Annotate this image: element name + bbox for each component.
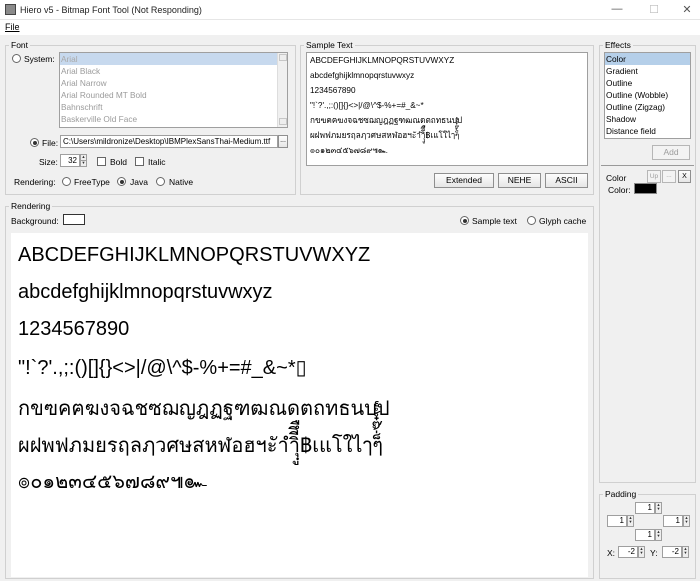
padding-left-field[interactable]: 1 <box>607 515 627 527</box>
sample-line: "!`?'.,;:()[]{}<>|/@\^$-%+=#_&~* <box>310 101 424 110</box>
close-button[interactable]: ✕ <box>676 3 698 16</box>
effects-divider <box>601 165 694 166</box>
effect-up-button[interactable]: Up <box>647 170 661 183</box>
preview-line: 1234567890 <box>18 318 130 340</box>
app-icon <box>5 4 16 15</box>
effects-list[interactable]: Color Gradient Outline Outline (Wobble) … <box>604 52 691 139</box>
system-font-list[interactable]: Arial Arial Black Arial Narrow Arial Rou… <box>59 52 288 128</box>
browse-file-button[interactable]: ... <box>278 135 288 148</box>
padding-top-field[interactable]: 1 <box>635 502 655 514</box>
rendering-mode-label: Rendering: <box>14 177 56 187</box>
sample-line: กขฃคฅฆงจฉชซฌญฎฏฐฑฒณดตถทธนบป <box>310 116 463 125</box>
italic-label: Italic <box>148 157 166 167</box>
effect-color-label: Color: <box>608 185 631 195</box>
native-radio[interactable] <box>156 177 165 186</box>
sample-text-group-title: Sample Text <box>304 40 355 50</box>
effect-item[interactable]: Outline (Wobble) <box>605 89 690 101</box>
preview-line: กขฃคฅฆงจฉชซฌญฎฏฐฑฒณดตถทธนบป <box>18 398 390 420</box>
sample-text-area[interactable]: ABCDEFGHIJKLMNOPQRSTUVWXYZ abcdefghijklm… <box>306 52 588 166</box>
padding-x-spinner-icon[interactable]: ▲ ▼ <box>638 546 645 558</box>
preview-line: ผฝพฟภมยรฤลฦวศษสหฬอฮฯะัาำิีึืฺุู฿เแโใไๅๆ็… <box>18 435 383 457</box>
extended-button[interactable]: Extended <box>434 173 494 188</box>
sample-text-view-label: Sample text <box>472 216 517 226</box>
title-bar: Hiero v5 - Bitmap Font Tool (Not Respond… <box>0 0 700 20</box>
effect-item[interactable]: Gradient <box>605 65 690 77</box>
padding-right-spinner-icon[interactable]: ▲ ▼ <box>683 515 690 527</box>
effect-options-button[interactable]: ... <box>662 170 676 183</box>
font-preview-canvas: ABCDEFGHIJKLMNOPQRSTUVWXYZ abcdefghijklm… <box>11 233 588 577</box>
system-font-item[interactable]: Arial Black <box>60 65 287 77</box>
sample-text-view-radio[interactable] <box>460 216 469 225</box>
sample-line: abcdefghijklmnopqrstuvwxyz <box>310 71 415 80</box>
add-effect-button[interactable]: Add <box>652 145 690 160</box>
padding-bottom-spinner-icon[interactable]: ▲ ▼ <box>655 529 662 541</box>
ascii-button[interactable]: ASCII <box>545 173 588 188</box>
effect-item[interactable]: Shadow <box>605 113 690 125</box>
sample-line: 1234567890 <box>310 86 356 95</box>
bold-label: Bold <box>110 157 128 167</box>
freetype-label: FreeType <box>74 177 110 187</box>
effect-item[interactable]: Distance field <box>605 125 690 137</box>
preview-line: ๏๐๑๒๓๔๕๖๗๘๙๚๛ <box>18 471 207 493</box>
menu-bar: File <box>0 20 700 35</box>
native-label: Native <box>169 177 194 187</box>
padding-bottom-field[interactable]: 1 <box>635 529 655 541</box>
padding-right-field[interactable]: 1 <box>663 515 683 527</box>
file-radio[interactable] <box>30 138 39 147</box>
system-font-scrollbar[interactable] <box>277 53 287 127</box>
padding-y-spinner-icon[interactable]: ▲ ▼ <box>682 546 689 558</box>
padding-y-label: Y: <box>650 548 658 558</box>
system-font-item[interactable]: Baskerville Old Face <box>60 113 287 125</box>
glyph-cache-view-radio[interactable] <box>527 216 536 225</box>
padding-left-spinner-icon[interactable]: ▲ ▼ <box>627 515 634 527</box>
preview-line: abcdefghijklmnopqrstuvwxyz <box>18 281 273 303</box>
scroll-up-arrow-icon[interactable] <box>279 54 287 61</box>
font-group-title: Font <box>9 40 31 50</box>
padding-x-field[interactable]: -2 <box>618 546 638 558</box>
background-color-swatch[interactable] <box>63 214 85 225</box>
effects-group-title: Effects <box>603 40 633 50</box>
size-label: Size: <box>39 157 58 167</box>
system-font-item[interactable]: Arial <box>60 53 287 65</box>
minimize-button[interactable]: — <box>606 3 628 15</box>
system-font-item[interactable]: Arial Rounded MT Bold <box>60 89 287 101</box>
sample-line: ผฝพฟภมยรฤลฦวศษสหฬอฮฯะัาำิีึืฺุู฿เแโใไๅๆ็… <box>310 131 460 140</box>
system-radio[interactable] <box>12 54 21 63</box>
menu-file[interactable]: File <box>5 22 20 32</box>
size-down-icon[interactable]: ▼ <box>80 160 87 167</box>
italic-checkbox[interactable] <box>135 157 144 166</box>
nehe-button[interactable]: NEHE <box>498 173 541 188</box>
maximize-button[interactable]: ☐ <box>643 3 665 16</box>
padding-x-label: X: <box>607 548 616 558</box>
bold-checkbox[interactable] <box>97 157 106 166</box>
padding-group-title: Padding <box>603 489 639 499</box>
applied-effect-name: Color <box>606 173 627 183</box>
java-radio[interactable] <box>117 177 126 186</box>
freetype-radio[interactable] <box>62 177 71 186</box>
preview-line: ABCDEFGHIJKLMNOPQRSTUVWXYZ <box>18 244 371 266</box>
size-field[interactable]: 32 <box>60 154 80 167</box>
rendering-group-title: Rendering <box>9 201 53 211</box>
sample-line: ๏๐๑๒๓๔๕๖๗๘๙๚๛ <box>310 146 388 155</box>
window-title: Hiero v5 - Bitmap Font Tool (Not Respond… <box>20 5 202 15</box>
effect-item[interactable]: Outline (Zigzag) <box>605 101 690 113</box>
file-label: File: <box>42 138 59 148</box>
java-label: Java <box>130 177 148 187</box>
system-label: System: <box>24 54 55 64</box>
glyph-cache-view-label: Glyph cache <box>539 216 587 226</box>
sample-line: ABCDEFGHIJKLMNOPQRSTUVWXYZ <box>310 56 455 65</box>
padding-y-field[interactable]: -2 <box>662 546 682 558</box>
system-font-item[interactable]: Arial Narrow <box>60 77 287 89</box>
effect-color-swatch[interactable] <box>634 183 657 194</box>
padding-top-spinner-icon[interactable]: ▲ ▼ <box>655 502 662 514</box>
effect-item[interactable]: Color <box>605 53 690 65</box>
effect-item[interactable]: Outline <box>605 77 690 89</box>
scroll-down-arrow-icon[interactable] <box>279 118 287 125</box>
system-font-item[interactable]: Bahnschrift <box>60 101 287 113</box>
remove-effect-button[interactable]: X <box>678 170 691 183</box>
preview-line: "!`?'.,;:()[]{}<>|/@\^$-%+=#_&~*▯ <box>18 357 307 379</box>
font-file-path-field[interactable]: C:\Users\mildronize\Desktop\IBMPlexSansT… <box>60 135 278 148</box>
background-label: Background: <box>11 216 59 226</box>
